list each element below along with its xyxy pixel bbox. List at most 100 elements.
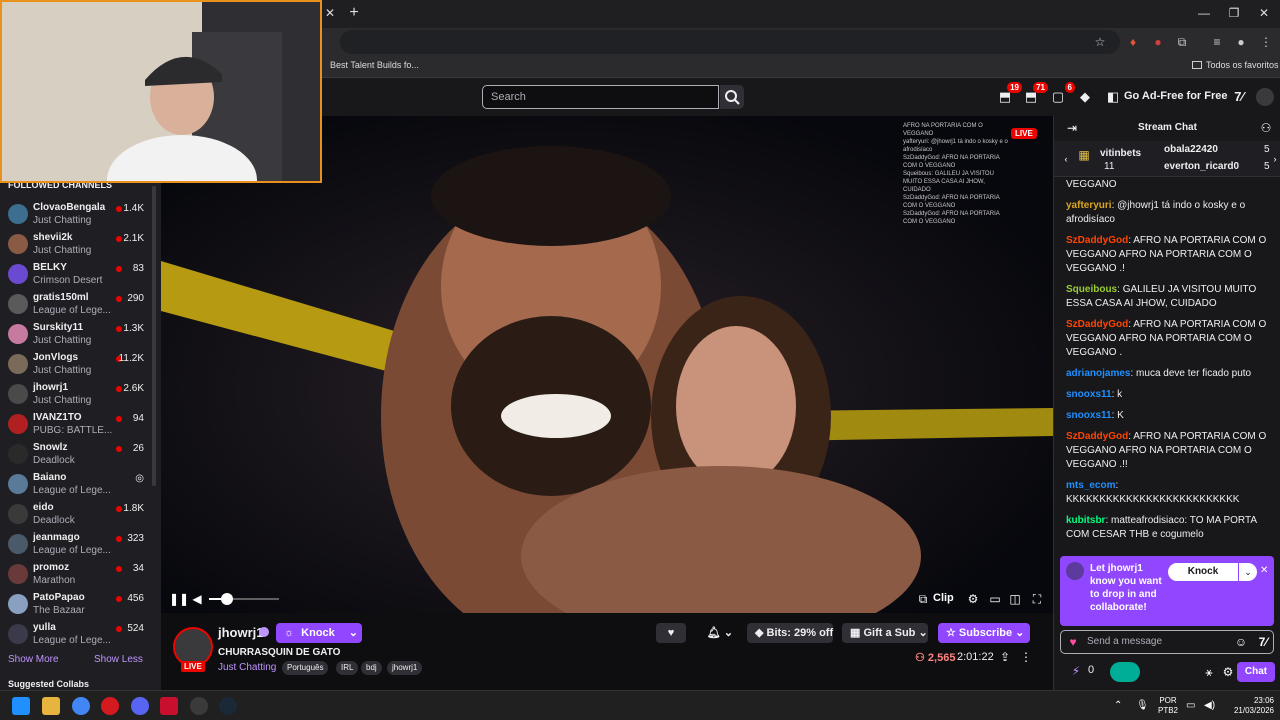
sidebar-channel-item[interactable]: Snowlz Deadlock 26	[0, 440, 150, 470]
chat-input[interactable]: ♥ Send a message ☺ 7⁄	[1060, 630, 1274, 654]
chat-username[interactable]: SzDaddyGod	[1066, 235, 1128, 246]
sidebar-channel-item[interactable]: BELKY Crimson Desert 83	[0, 260, 150, 290]
turbo-icon[interactable]: 7⁄	[1230, 88, 1248, 106]
emote-icon[interactable]: ☺	[1233, 634, 1249, 650]
sidebar-channel-item[interactable]: Baiano League of Lege... ◎	[0, 470, 150, 500]
volume-icon[interactable]: ◀	[189, 591, 205, 607]
sidebar-channel-item[interactable]: jeanmago League of Lege... 323	[0, 530, 150, 560]
microphone-icon[interactable]: 🎙︎	[1136, 701, 1149, 711]
sidebar-channel-item[interactable]: IVANZ1TO PUBG: BATTLE... 94	[0, 410, 150, 440]
show-more-link[interactable]: Show More	[8, 654, 59, 665]
show-less-link[interactable]: Show Less	[94, 654, 143, 665]
sidebar-channel-item[interactable]: PatoPapao The Bazaar 456	[0, 590, 150, 620]
notifications-icon[interactable]: ⬒ 71	[1022, 82, 1048, 106]
chat-username[interactable]: SzDaddyGod	[1066, 431, 1128, 442]
subscribe-button[interactable]: ☆ Subscribe ⌄	[938, 623, 1030, 643]
chat-username[interactable]: snooxs11	[1066, 389, 1112, 400]
speaker-icon[interactable]: ◀︎)	[1204, 701, 1215, 711]
inbox-icon[interactable]: ⬒ 19	[996, 82, 1022, 106]
notification-bell-button[interactable]: 🔔︎ ⌄	[701, 623, 739, 643]
gift-sub-button[interactable]: ▦ Gift a Sub ⌄	[842, 623, 928, 643]
theatre-mode-icon[interactable]: ▭	[987, 591, 1003, 607]
window-close-icon[interactable]: ✕	[1256, 6, 1272, 20]
sidebar-channel-item[interactable]: jhowrj1 Just Chatting 2.6K	[0, 380, 150, 410]
sidebar-channel-item[interactable]: yulla League of Lege... 524	[0, 620, 150, 650]
gifter-name[interactable]: obala22420	[1164, 144, 1218, 155]
network-icon[interactable]: ▭	[1186, 701, 1195, 711]
channel-name[interactable]: jhowrj1	[218, 625, 264, 640]
chat-username[interactable]: mts_ecom	[1066, 480, 1115, 491]
sidebar-scrollbar[interactable]	[152, 186, 156, 486]
knock-button[interactable]: ☼ Knock ⌄	[276, 623, 362, 643]
chat-settings-icon[interactable]: ⚙	[1220, 664, 1236, 680]
chat-username[interactable]: adrianojames	[1066, 368, 1130, 379]
extensions-puzzle-icon[interactable]: ⧉	[1174, 34, 1190, 50]
user-avatar[interactable]	[1256, 88, 1274, 106]
share-icon[interactable]: ⇪	[997, 649, 1013, 665]
chat-username[interactable]: Squeibous	[1066, 284, 1117, 295]
sidebar-channel-item[interactable]: shevii2k Just Chatting 2.1K	[0, 230, 150, 260]
chat-send-button[interactable]: Chat	[1237, 662, 1275, 682]
fullscreen-icon[interactable]: ⛶	[1029, 591, 1045, 607]
clip-button[interactable]: Clip	[933, 592, 954, 604]
tag[interactable]: bdj	[361, 661, 382, 675]
prediction-button[interactable]	[1110, 662, 1140, 682]
sidebar-channel-item[interactable]: promoz Marathon 34	[0, 560, 150, 590]
chat-username[interactable]: SzDaddyGod	[1066, 319, 1128, 330]
tag[interactable]: Português	[282, 661, 329, 675]
profile-icon[interactable]: ●	[1233, 34, 1249, 50]
app-icon[interactable]	[190, 697, 208, 715]
chat-username[interactable]: yafteryuri	[1066, 200, 1112, 211]
channel-points-icon[interactable]: ⚡︎	[1068, 663, 1084, 679]
volume-handle[interactable]	[220, 593, 233, 605]
discord-icon[interactable]	[131, 697, 149, 715]
bits-button[interactable]: ◆ Bits: 29% off	[747, 623, 833, 643]
netflix-icon[interactable]	[160, 697, 178, 715]
stream-category[interactable]: Just Chatting	[218, 662, 276, 673]
opera-icon[interactable]	[101, 697, 119, 715]
language-indicator[interactable]: POR PTB2	[1156, 696, 1180, 716]
sidebar-toggle-icon[interactable]: ◫	[1007, 591, 1023, 607]
turbo-icon[interactable]: 7⁄	[1255, 634, 1271, 650]
sidebar-channel-item[interactable]: gratis150ml League of Lege... 290	[0, 290, 150, 320]
chevron-down-icon[interactable]: ⌄	[1239, 563, 1257, 581]
gifter-name[interactable]: everton_ricard0	[1164, 161, 1239, 172]
search-input[interactable]: Search	[482, 85, 719, 109]
tray-chevron-icon[interactable]: ⌃	[1114, 701, 1122, 711]
chevron-left-icon[interactable]: ‹	[1058, 151, 1074, 167]
activity-icon[interactable]: ⚹	[1201, 664, 1217, 680]
restore-icon[interactable]: ❐	[1226, 6, 1242, 20]
clip-icon[interactable]: ⧉	[915, 591, 931, 607]
bookmark-star-icon[interactable]: ☆	[1092, 34, 1108, 50]
chevron-down-icon[interactable]: ⌄	[349, 623, 358, 643]
tag[interactable]: jhowrj1	[387, 661, 423, 675]
tag[interactable]: IRL	[336, 661, 359, 675]
steam-icon[interactable]	[219, 697, 237, 715]
chevron-right-icon[interactable]: ›	[1267, 151, 1280, 167]
sidebar-channel-item[interactable]: Surskity11 Just Chatting 1.3K	[0, 320, 150, 350]
search-button[interactable]	[720, 85, 744, 109]
windows-start-icon[interactable]	[12, 697, 30, 715]
settings-gear-icon[interactable]: ⚙	[965, 591, 981, 607]
menu-kebab-icon[interactable]: ⋮	[1258, 34, 1274, 50]
new-tab-icon[interactable]: +	[346, 4, 362, 22]
volume-slider[interactable]	[209, 593, 279, 605]
gifter-name[interactable]: vitinbets	[1100, 148, 1141, 159]
follow-heart-button[interactable]: ♥	[656, 623, 686, 643]
chat-username[interactable]: snooxs11	[1066, 410, 1112, 421]
all-bookmarks-folder[interactable]: Todos os favoritos	[1192, 60, 1279, 70]
close-icon[interactable]: ✕	[1260, 565, 1268, 576]
url-field[interactable]	[340, 30, 1120, 54]
bookmark-item[interactable]: Best Talent Builds fo...	[330, 60, 419, 70]
extension-icon[interactable]: ♦	[1125, 34, 1141, 50]
sidebar-channel-item[interactable]: JonVlogs Just Chatting 11.2K	[0, 350, 150, 380]
sidebar-channel-item[interactable]: ClovaoBengala Just Chatting 1.4K	[0, 200, 150, 230]
bits-icon[interactable]: ◆	[1076, 88, 1094, 106]
minimize-icon[interactable]: —	[1196, 6, 1212, 20]
sidebar-channel-item[interactable]: eido Deadlock 1.8K	[0, 500, 150, 530]
reading-list-icon[interactable]: ≡	[1209, 34, 1225, 50]
pause-icon[interactable]: ❚❚	[169, 591, 189, 607]
file-explorer-icon[interactable]	[42, 697, 60, 715]
close-tab-icon[interactable]: ✕	[323, 6, 337, 20]
go-ad-free-link[interactable]: Go Ad-Free for Free	[1124, 90, 1228, 102]
